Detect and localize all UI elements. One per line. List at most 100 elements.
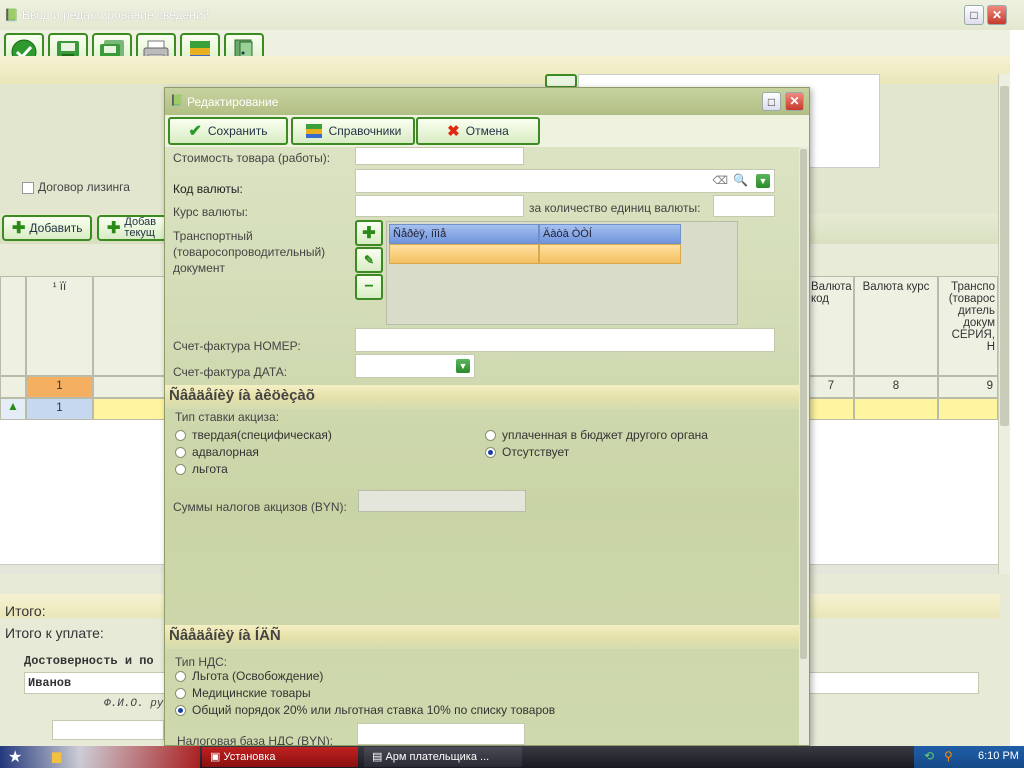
start-star-icon[interactable]: ★ — [8, 747, 22, 767]
row-indicator[interactable]: ▲ — [0, 398, 26, 420]
save-button-label: Сохранить — [207, 124, 268, 138]
eraser-icon[interactable]: ⌫ — [712, 174, 728, 187]
grid-colnum-1: 1 — [26, 376, 93, 398]
radio-icon[interactable] — [175, 671, 186, 683]
leasing-checkbox-row[interactable]: Договор лизинга — [22, 180, 130, 194]
cost-input[interactable] — [355, 147, 524, 165]
task-arm[interactable]: ▤ Арм плательщика ... — [364, 747, 522, 767]
task-install[interactable]: ▣ Установка — [202, 747, 358, 767]
cancel-button[interactable]: ✖ Отмена — [416, 117, 540, 145]
excise-option-benefit[interactable]: льгота — [175, 462, 228, 476]
grid-numrow-corner — [0, 376, 26, 398]
excise-option-none[interactable]: Отсутствует — [485, 445, 569, 459]
folder-icon[interactable]: ▆ — [52, 749, 61, 763]
dialog-vscroll-thumb[interactable] — [800, 149, 807, 659]
radio-icon[interactable] — [175, 464, 186, 476]
lookup-button[interactable] — [545, 74, 577, 88]
vat-option-general[interactable]: Общий порядок 20% или льготная ставка 10… — [175, 703, 555, 717]
grid-corner — [0, 276, 26, 376]
excise-option-specific[interactable]: твердая(специфическая) — [175, 428, 332, 442]
table-row-cell[interactable] — [854, 398, 938, 420]
rate-input[interactable] — [355, 195, 524, 217]
edit-doc-button[interactable]: ✎ — [355, 247, 383, 273]
plus-icon: ✚ — [362, 225, 376, 242]
add-doc-button[interactable]: ✚ — [355, 220, 383, 246]
grid-header-blank — [93, 276, 165, 376]
clock[interactable]: 6:10 PM — [978, 750, 1019, 762]
radio-icon[interactable] — [485, 447, 496, 459]
dialog-maximize-button[interactable]: □ — [762, 92, 781, 111]
excise-sum-input[interactable] — [358, 490, 526, 512]
network-icon[interactable]: ⟲ — [924, 749, 934, 763]
table-row[interactable] — [539, 244, 681, 264]
chevron-down-icon[interactable]: ▼ — [456, 359, 470, 373]
dialog-close-button[interactable]: ✕ — [785, 92, 804, 111]
vat-base-input[interactable] — [357, 723, 525, 745]
table-header-date[interactable]: Äàòà ÒÒÍ — [539, 224, 681, 244]
currency-code-input[interactable]: ⌫ 🔍 ▼ — [355, 169, 775, 193]
plus-icon: ✚ — [12, 220, 26, 237]
radio-icon[interactable] — [175, 447, 186, 459]
leasing-checkbox[interactable] — [22, 181, 34, 194]
flag-banner — [0, 746, 200, 768]
books-icon — [305, 124, 322, 138]
excise-option-label: адвалорная — [192, 445, 259, 459]
vat-option-label: Общий порядок 20% или льготная ставка 10… — [192, 703, 556, 717]
close-button[interactable]: ✕ — [987, 5, 1007, 25]
grid-colnum-8: 8 — [854, 376, 938, 398]
excise-option-label: уплаченная в бюджет другого органа — [502, 428, 708, 442]
excise-option-label: льгота — [192, 462, 228, 476]
maximize-button[interactable]: □ — [964, 5, 984, 25]
table-row-cell[interactable] — [808, 398, 854, 420]
invoice-date-input[interactable]: ▼ — [355, 354, 475, 378]
search-icon[interactable]: 🔍 — [733, 173, 748, 187]
table-row-cell[interactable] — [93, 398, 165, 420]
excise-option-advalorem[interactable]: адвалорная — [175, 445, 259, 459]
leasing-label: Договор лизинга — [38, 180, 130, 194]
excise-section-header: Ñâåäåíèÿ íà àêöèçàõ — [165, 385, 799, 409]
references-button[interactable]: Справочники — [291, 117, 415, 145]
book-icon: ▤ — [372, 751, 386, 763]
invoice-number-input[interactable] — [355, 328, 775, 352]
main-vscroll-thumb[interactable] — [1000, 86, 1009, 426]
remove-doc-button[interactable]: − — [355, 274, 383, 300]
tray-area: ⟲ ⚲ 6:10 PM — [914, 746, 1024, 768]
date-field[interactable] — [52, 720, 164, 740]
table-row-cell[interactable] — [938, 398, 998, 420]
table-header-series[interactable]: Ñåðèÿ, íîìå — [389, 224, 539, 244]
dialog-vscrollbar[interactable] — [799, 147, 809, 745]
radio-icon[interactable] — [485, 430, 496, 442]
vat-option-medical[interactable]: Медицинские товары — [175, 686, 311, 700]
radio-icon[interactable] — [175, 688, 186, 700]
vat-base-label: Налоговая база НДС (BYN): — [177, 734, 334, 745]
add-current-label: Добав текущ — [124, 216, 157, 239]
itogo-label: Итого: — [5, 603, 46, 619]
task-install-label: Установка — [223, 751, 276, 763]
table-row[interactable] — [389, 244, 539, 264]
chevron-down-icon[interactable]: ▼ — [756, 174, 770, 188]
vat-option-label: Медицинские товары — [192, 686, 311, 700]
edit-icon: ✎ — [363, 253, 375, 267]
grid-header-transport: Транспо (товарос дитель докум СЕРИЯ, Н — [938, 276, 998, 376]
grid-colnum-7: 7 — [808, 376, 854, 398]
vat-option-exempt[interactable]: Льгота (Освобождение) — [175, 669, 323, 683]
save-button[interactable]: ✔ Сохранить — [168, 117, 288, 145]
vat-section-header: Ñâåäåíèÿ íà ÍÄÑ — [165, 625, 799, 649]
dialog-toolbar: ✔ Сохранить Справочники ✖ Отмена — [165, 115, 809, 147]
arrow-row-icon: ▲ — [7, 399, 19, 413]
excise-option-paid-other[interactable]: уплаченная в бюджет другого органа — [485, 428, 708, 442]
table-row-num[interactable]: 1 — [26, 398, 93, 420]
fio-caption: Ф.И.О. рук — [104, 698, 171, 710]
grid-header-num: ¹ ïï — [26, 276, 93, 376]
per-units-input[interactable] — [713, 195, 775, 217]
invoice-number-label: Счет-фактура НОМЕР: — [173, 339, 301, 353]
excise-option-label: твердая(специфическая) — [192, 428, 332, 442]
radio-icon[interactable] — [175, 705, 186, 717]
search-tray-icon[interactable]: ⚲ — [944, 749, 953, 763]
references-button-label: Справочники — [328, 124, 402, 138]
main-titlebar: 📗 Ввод и редактирование сведений □ ✕ — [0, 0, 1024, 30]
radio-icon[interactable] — [175, 430, 186, 442]
dialog-body: Стоимость товара (работы): Код валюты: ⌫… — [165, 147, 799, 745]
add-current-button[interactable]: ✚ Добав текущ — [97, 215, 167, 241]
add-button[interactable]: ✚ Добавить — [2, 215, 93, 241]
